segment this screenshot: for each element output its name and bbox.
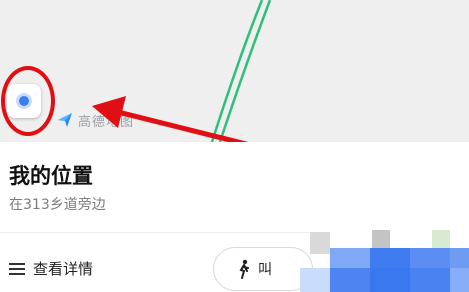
view-details-button[interactable]: 查看详情 (9, 258, 93, 279)
location-subtitle: 在313乡道旁边 (9, 197, 106, 213)
walk-button[interactable]: 叫 (213, 247, 313, 291)
annotation-circle (1, 66, 55, 136)
view-details-label: 查看详情 (33, 260, 94, 278)
map-logo-text: 高德地图 (78, 114, 135, 130)
map-view[interactable]: 高德地图 (0, 0, 469, 142)
walking-person-icon (239, 259, 249, 279)
list-icon (9, 262, 25, 275)
divider (0, 232, 330, 233)
amap-logo-icon (58, 113, 72, 127)
walk-label: 叫 (258, 262, 272, 278)
location-title: 我的位置 (9, 164, 93, 188)
map-logo: 高德地图 (56, 110, 134, 130)
